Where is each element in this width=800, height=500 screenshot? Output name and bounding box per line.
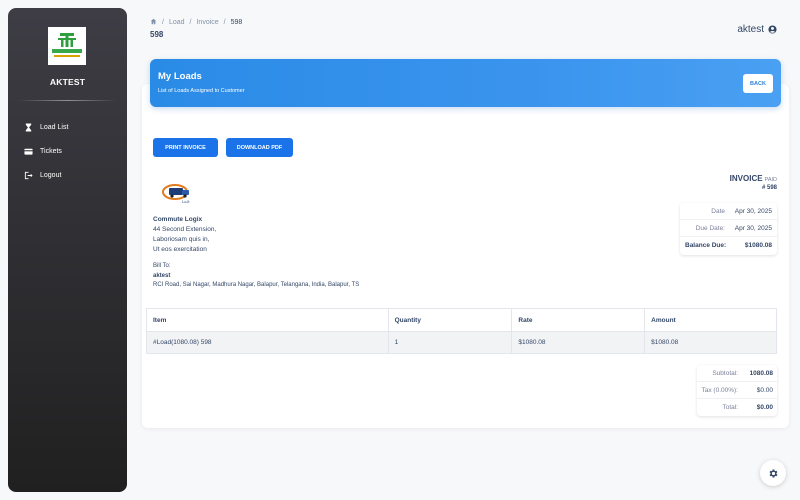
tax-label: Tax (0.00%): bbox=[701, 387, 739, 394]
logout-icon bbox=[22, 169, 34, 181]
download-pdf-button[interactable]: DOWNLOAD PDF bbox=[226, 138, 293, 157]
total-label: Total: bbox=[722, 404, 738, 411]
column-header-amount: Amount bbox=[644, 308, 777, 332]
due-date-row: Due Date: Apr 30, 2025 bbox=[680, 220, 777, 237]
sidebar-item-label: Tickets bbox=[40, 147, 62, 155]
company-info: Commute Logix 44 Second Extension, Labor… bbox=[153, 215, 216, 255]
card-icon bbox=[22, 145, 34, 157]
invoice-title: INVOICE bbox=[729, 174, 763, 183]
sidebar-item-logout[interactable]: Logout bbox=[22, 167, 61, 183]
cell-quantity: 1 bbox=[388, 331, 513, 354]
breadcrumb-separator: / bbox=[189, 19, 192, 26]
due-date-label: Due Date: bbox=[695, 224, 725, 232]
table-header-row: Item Quantity Rate Amount bbox=[146, 308, 777, 332]
breadcrumb-invoice[interactable]: Invoice bbox=[196, 19, 218, 26]
subtotal-label: Subtotal: bbox=[712, 370, 738, 377]
sidebar-item-tickets[interactable]: Tickets bbox=[22, 143, 62, 159]
brand-logo bbox=[48, 27, 86, 65]
sidebar-item-label: Logout bbox=[40, 171, 62, 179]
subtotal-row: Subtotal: 1080.08 bbox=[697, 365, 777, 382]
subtotal-value: 1080.08 bbox=[749, 370, 774, 377]
date-value: Apr 30, 2025 bbox=[734, 207, 772, 215]
invoice-heading: INVOICE PAID bbox=[730, 174, 777, 183]
settings-button[interactable] bbox=[760, 460, 786, 486]
balance-due-label: Balance Due: bbox=[685, 242, 727, 249]
bill-to-address: RCI Road, Sai Nagar, Madhura Nagar, Bala… bbox=[153, 282, 360, 288]
column-header-rate: Rate bbox=[511, 308, 646, 332]
print-invoice-button[interactable]: PRINT INVOICE bbox=[153, 138, 218, 157]
page-header-banner: My Loads List of Loads Assigned to Custo… bbox=[150, 59, 781, 107]
balance-due-row: Balance Due: $1080.08 bbox=[680, 237, 777, 254]
company-name: Commute Logix bbox=[153, 216, 203, 223]
invoice-items-table: Item Quantity Rate Amount #Load(1080.08)… bbox=[146, 308, 777, 354]
user-name: aktest bbox=[737, 24, 764, 35]
bill-to-label: Bill To: bbox=[153, 263, 171, 269]
tax-row: Tax (0.00%): $0.00 bbox=[697, 382, 777, 399]
invoice-dates-box: Date Apr 30, 2025 Due Date: Apr 30, 2025… bbox=[680, 203, 777, 255]
company-address-line: 44 Second Extension, bbox=[153, 226, 217, 233]
date-row: Date Apr 30, 2025 bbox=[680, 203, 777, 220]
user-menu[interactable]: aktest bbox=[737, 24, 777, 35]
due-date-value: Apr 30, 2025 bbox=[734, 224, 772, 232]
sidebar-divider bbox=[18, 100, 117, 101]
company-address-line: Ut eos exercitation bbox=[153, 246, 207, 253]
banner-title: My Loads bbox=[158, 71, 202, 82]
page-title: 598 bbox=[150, 30, 164, 39]
invoice-card bbox=[142, 84, 789, 428]
cell-item: #Load(1080.08) 598 bbox=[146, 331, 389, 354]
bill-to: Bill To: aktest RCI Road, Sai Nagar, Mad… bbox=[153, 262, 359, 291]
balance-due-value: $1080.08 bbox=[744, 242, 772, 249]
bill-to-name: aktest bbox=[153, 272, 171, 279]
tax-value: $0.00 bbox=[756, 387, 773, 394]
breadcrumb-load[interactable]: Load bbox=[169, 19, 185, 26]
breadcrumb-current: 598 bbox=[230, 19, 243, 26]
company-address-line: Laboriosam quis in, bbox=[153, 236, 210, 243]
cell-amount: $1080.08 bbox=[644, 331, 777, 354]
svg-text:LoJi: LoJi bbox=[182, 199, 189, 204]
brand-name: AKTEST bbox=[49, 77, 86, 87]
table-row: #Load(1080.08) 598 1 $1080.08 $1080.08 bbox=[146, 331, 777, 354]
company-logo: LoJi bbox=[160, 181, 194, 205]
sidebar-item-label: Load List bbox=[40, 123, 69, 131]
home-icon[interactable] bbox=[150, 18, 157, 27]
column-header-quantity: Quantity bbox=[388, 308, 513, 332]
breadcrumb-separator: / bbox=[223, 19, 226, 26]
invoice-number: # 598 bbox=[761, 185, 777, 191]
cell-rate: $1080.08 bbox=[511, 331, 646, 354]
back-button[interactable]: BACK bbox=[743, 74, 773, 93]
user-circle-icon bbox=[768, 25, 777, 34]
banner-subtitle: List of Loads Assigned to Customer bbox=[158, 88, 245, 94]
hourglass-icon bbox=[22, 121, 34, 133]
sidebar: AKTEST Load List Tickets Logout bbox=[8, 8, 127, 492]
invoice-totals-box: Subtotal: 1080.08 Tax (0.00%): $0.00 Tot… bbox=[697, 365, 777, 416]
column-header-item: Item bbox=[146, 308, 389, 332]
total-row: Total: $0.00 bbox=[697, 399, 777, 416]
breadcrumb: / Load / Invoice / 598 bbox=[150, 18, 242, 27]
date-label: Date bbox=[711, 207, 725, 215]
invoice-status-badge: PAID bbox=[764, 177, 777, 183]
gear-icon bbox=[769, 468, 777, 478]
sidebar-item-load-list[interactable]: Load List bbox=[22, 119, 68, 135]
breadcrumb-separator: / bbox=[162, 19, 164, 26]
total-value: $0.00 bbox=[756, 404, 773, 411]
